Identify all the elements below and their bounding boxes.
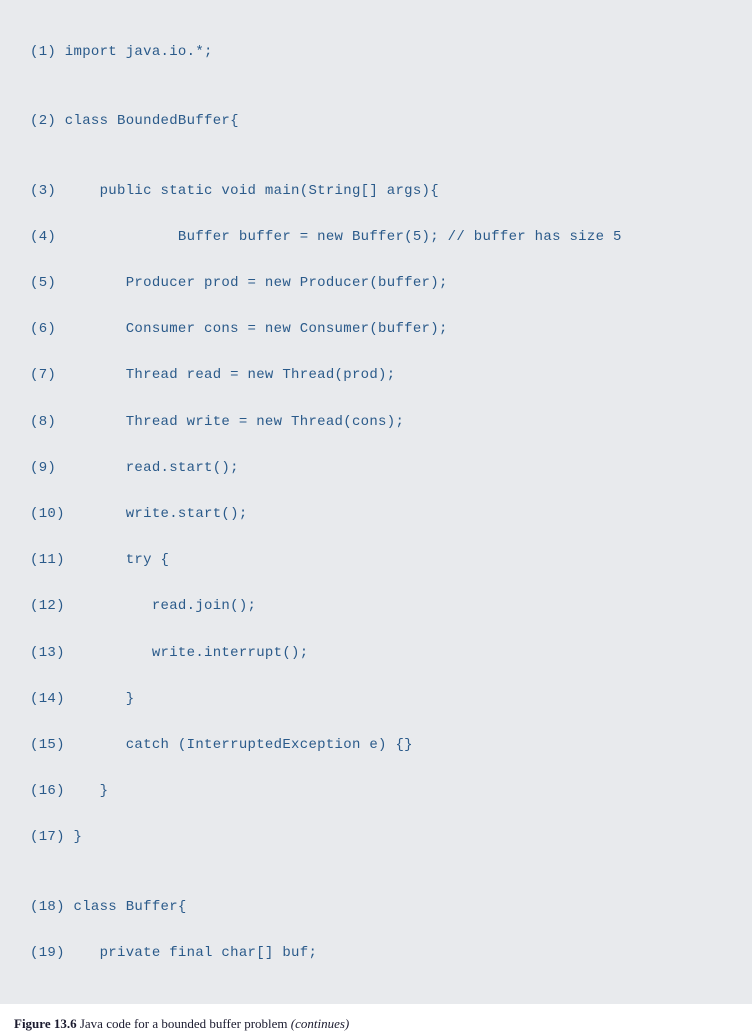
code-line: (7) Thread read = new Thread(prod); (30, 364, 738, 387)
code-line: (3) public static void main(String[] arg… (30, 180, 738, 203)
code-line: (15) catch (InterruptedException e) {} (30, 734, 738, 757)
code-line: (6) Consumer cons = new Consumer(buffer)… (30, 318, 738, 341)
caption-continues: (continues) (291, 1016, 349, 1031)
code-line: (16) } (30, 780, 738, 803)
code-line: (8) Thread write = new Thread(cons); (30, 411, 738, 434)
code-line: (12) read.join(); (30, 595, 738, 618)
code-line: (5) Producer prod = new Producer(buffer)… (30, 272, 738, 295)
code-line: (9) read.start(); (30, 457, 738, 480)
code-line: (13) write.interrupt(); (30, 642, 738, 665)
code-block: (1) import java.io.*; (2) class BoundedB… (0, 0, 752, 1004)
caption-text: Java code for a bounded buffer problem (77, 1016, 291, 1031)
code-line: (2) class BoundedBuffer{ (30, 110, 738, 133)
code-line: (4) Buffer buffer = new Buffer(5); // bu… (30, 226, 738, 249)
code-line: (17) } (30, 826, 738, 849)
code-line: (14) } (30, 688, 738, 711)
code-line: (10) write.start(); (30, 503, 738, 526)
figure-caption: Figure 13.6 Java code for a bounded buff… (0, 1004, 752, 1032)
code-line: (18) class Buffer{ (30, 896, 738, 919)
code-line: (11) try { (30, 549, 738, 572)
code-line: (19) private final char[] buf; (30, 942, 738, 965)
caption-label: Figure 13.6 (14, 1016, 77, 1031)
code-line: (1) import java.io.*; (30, 41, 738, 64)
